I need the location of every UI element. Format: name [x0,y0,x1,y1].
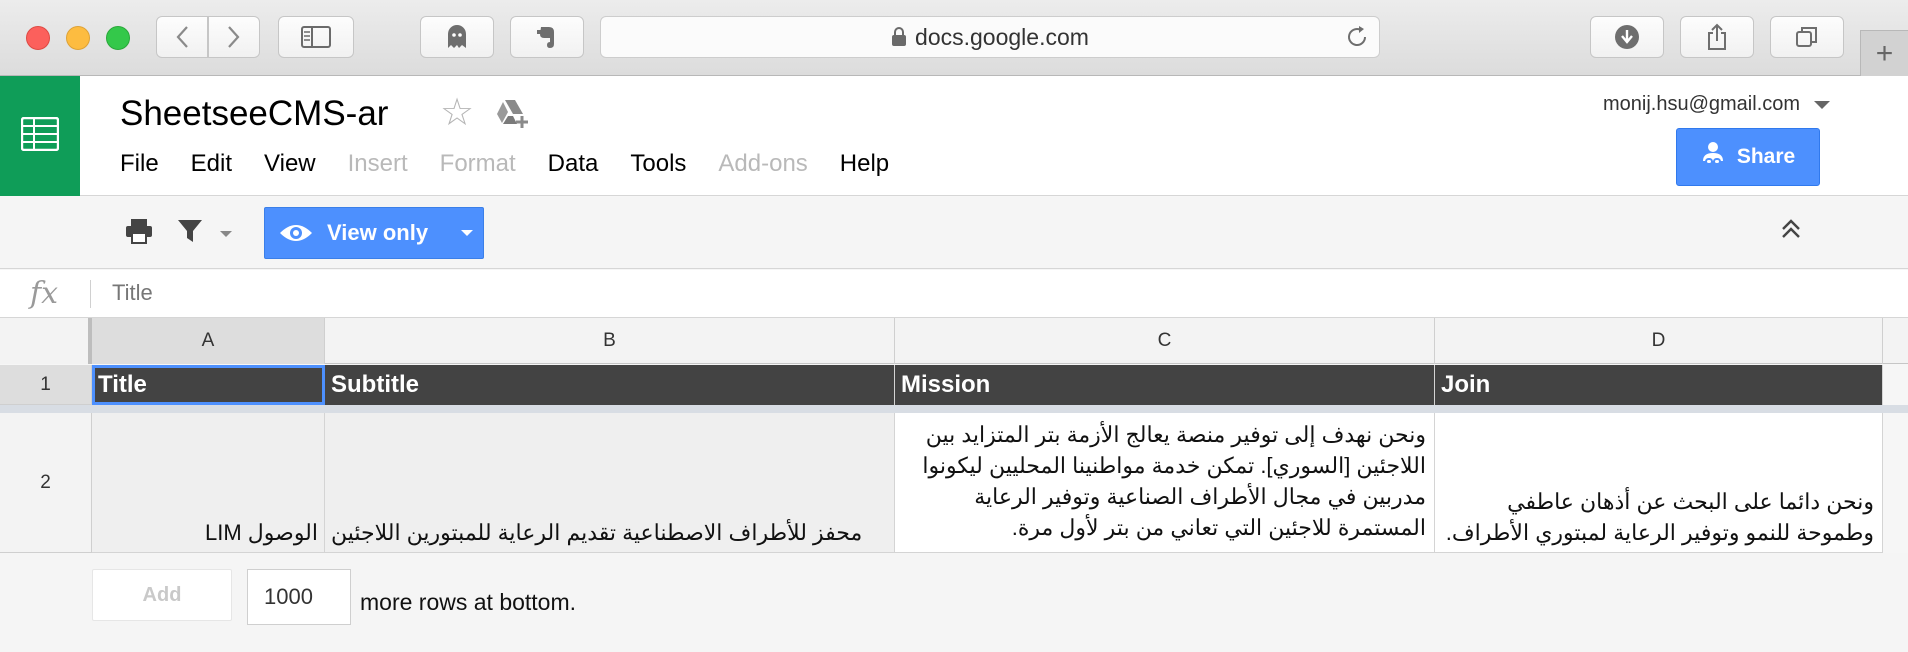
column-header-d[interactable]: D [1435,318,1883,364]
select-all-corner[interactable] [0,318,92,364]
sheets-toolbar: View only [0,197,1908,269]
tabs-overview-button[interactable] [1770,16,1844,58]
print-icon[interactable] [124,217,154,250]
sidebar-icon [301,26,331,48]
share-icon [1706,23,1728,51]
menu-help[interactable]: Help [840,150,889,180]
cell-d1[interactable]: Join [1435,365,1883,405]
cell-a1[interactable]: Title [92,365,325,405]
chevron-right-icon [227,25,241,49]
back-button[interactable] [156,16,208,58]
browser-window: docs.google.com + SheetseeCMS-ar ☆ File … [0,0,1908,652]
menu-data[interactable]: Data [548,150,599,180]
view-only-button[interactable]: View only [264,207,484,259]
rows-count-input[interactable] [247,569,351,625]
ghost-extension-button[interactable] [420,16,494,58]
evernote-icon [536,24,558,50]
star-icon[interactable]: ☆ [440,94,474,132]
collapse-header-icon[interactable] [1780,217,1802,246]
cell-b1[interactable]: Subtitle [325,365,895,405]
add-rows-button[interactable]: Add [92,569,232,621]
reload-icon[interactable] [1345,25,1369,55]
lock-icon [891,27,907,47]
cell-a2[interactable]: الوصول LIM [92,413,325,553]
menu-insert: Insert [347,150,408,177]
cell-d2-text: ونحن دائما على البحث عن أذهان عاطفي وطمو… [1445,489,1874,545]
share-person-icon [1701,141,1737,173]
browser-toolbar: docs.google.com + [0,0,1908,76]
forward-button[interactable] [208,16,260,58]
frozen-row-divider[interactable] [0,405,1908,413]
document-title[interactable]: SheetseeCMS-ar [120,94,388,134]
menu-add-ons: Add-ons [718,150,808,177]
address-bar[interactable]: docs.google.com [600,16,1380,58]
formula-bar: fx Title [0,270,1908,318]
cell-c2[interactable]: ونحن نهدف إلى توفير منصة يعالج الأزمة بت… [895,413,1435,553]
add-to-drive-icon[interactable] [495,98,531,135]
cell-d2[interactable]: ونحن دائما على البحث عن أذهان عاطفي وطمو… [1435,413,1883,553]
chevron-down-icon [1814,100,1831,109]
column-header-c[interactable]: C [895,318,1435,364]
share-button[interactable]: Share [1676,128,1820,186]
formula-input[interactable]: Title [112,280,153,306]
cell-b2[interactable]: محفز للأطراف الاصطناعية تقديم الرعاية لل… [325,413,895,553]
download-icon [1614,24,1640,50]
close-window-button[interactable] [26,26,50,50]
share-label: Share [1736,145,1796,168]
account-email: monij.hsu@gmail.com [1603,93,1801,115]
row-header-2[interactable]: 2 [0,413,92,553]
formula-divider [90,280,91,308]
eye-icon [279,221,313,245]
cell-a2-text: الوصول LIM [204,520,318,545]
filter-icon[interactable] [176,217,204,250]
rows-suffix-label: more rows at bottom. [360,589,577,615]
sidebar-button[interactable] [278,16,354,58]
evernote-extension-button[interactable] [510,16,584,58]
menu-format: Format [439,150,516,177]
column-header-row: A B C D [0,318,1908,364]
chevron-down-icon [461,230,473,236]
share-page-button[interactable] [1680,16,1754,58]
account-switcher[interactable]: monij.hsu@gmail.com [1603,93,1831,116]
filter-dropdown-icon[interactable] [220,231,232,237]
sheets-header: SheetseeCMS-ar ☆ File Edit View Insert F… [0,76,1908,196]
chevron-left-icon [175,25,189,49]
menu-file[interactable]: File [120,150,159,180]
menu-tools[interactable]: Tools [630,150,686,180]
view-only-label: View only [327,220,429,245]
sheets-logo[interactable] [0,76,80,196]
fx-icon: fx [30,276,59,311]
menu-edit[interactable]: Edit [191,150,232,180]
minimize-window-button[interactable] [66,26,90,50]
menu-view[interactable]: View [264,150,316,180]
menu-bar: File Edit View Insert Format Data Tools … [120,150,921,180]
column-header-b[interactable]: B [325,318,895,364]
sheets-icon [20,116,60,156]
downloads-button[interactable] [1590,16,1664,58]
ghost-icon [446,24,468,50]
zoom-window-button[interactable] [106,26,130,50]
tabs-icon [1795,25,1819,49]
cell-c2-text: ونحن نهدف إلى توفير منصة يعالج الأزمة بت… [922,422,1426,540]
cell-c1[interactable]: Mission [895,365,1435,405]
add-rows-area: Add more rows at bottom. [0,553,1908,652]
row-header-1[interactable]: 1 [0,365,92,405]
new-tab-button[interactable]: + [1860,30,1908,76]
cell-b2-text: محفز للأطراف الاصطناعية تقديم الرعاية لل… [331,520,863,545]
url-text: docs.google.com [915,23,1089,50]
column-header-a[interactable]: A [92,318,325,364]
